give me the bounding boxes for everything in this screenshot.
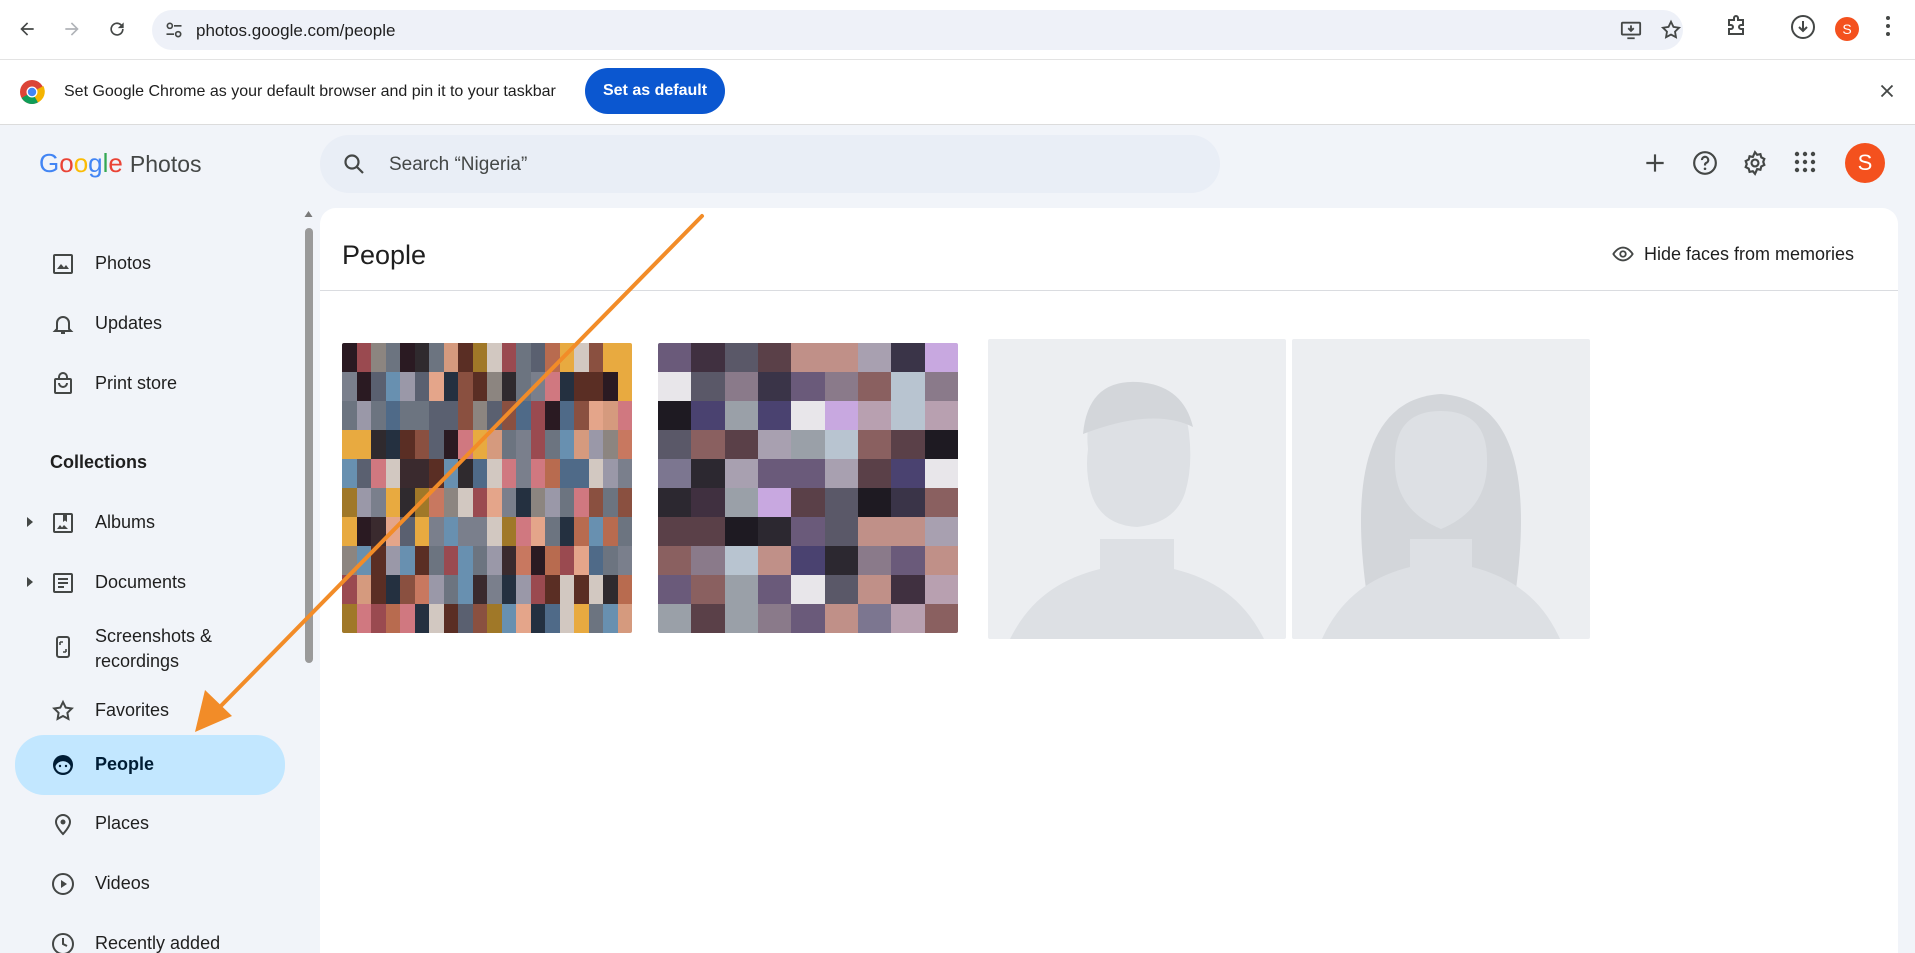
shopping-bag-icon xyxy=(54,372,72,394)
scrollbar-thumb[interactable] xyxy=(305,228,313,663)
sidebar-item-label: Documents xyxy=(95,572,187,592)
sidebar-item-label: Recently added xyxy=(95,933,221,953)
play-circle-icon xyxy=(52,873,74,895)
phone-icon xyxy=(56,636,70,658)
bell-icon xyxy=(52,316,74,334)
forward-button[interactable] xyxy=(56,13,88,45)
sidebar-item-label: Videos xyxy=(95,873,150,893)
header-divider xyxy=(320,290,1898,291)
page-title: People xyxy=(342,240,427,270)
site-settings-icon[interactable] xyxy=(164,20,184,40)
apps-grid-icon[interactable] xyxy=(1793,150,1817,174)
search-placeholder[interactable]: Search “Nigeria” xyxy=(389,154,527,176)
sidebar-item-label: Favorites xyxy=(95,700,170,720)
collections-heading: Collections xyxy=(50,452,148,472)
help-icon[interactable] xyxy=(1692,150,1718,176)
person-silhouette-female-icon xyxy=(1322,394,1560,639)
url-text[interactable]: photos.google.com/people xyxy=(196,21,395,41)
sidebar-scrollbar[interactable] xyxy=(302,208,314,953)
sidebar-nav: Photos Updates Print store Collections A… xyxy=(0,208,300,953)
sidebar-item-label: Updates xyxy=(95,313,163,333)
sidebar-item-photos[interactable]: Photos xyxy=(15,235,285,293)
google-photos-logo[interactable]: Google Photos xyxy=(39,148,202,180)
search-bar[interactable]: Search “Nigeria” xyxy=(320,135,1220,193)
sidebar-item-recently-added[interactable]: Recently added xyxy=(15,915,285,953)
account-avatar[interactable]: S xyxy=(1845,143,1885,183)
face-thumbnail[interactable] xyxy=(658,343,958,633)
sidebar-item-label: Places xyxy=(95,813,150,833)
sidebar-item-label: Albums xyxy=(95,512,156,532)
address-bar[interactable]: photos.google.com/people xyxy=(152,10,1683,50)
photo-icon xyxy=(53,254,73,274)
hide-faces-button[interactable]: Hide faces from memories xyxy=(1612,243,1854,265)
document-icon xyxy=(53,573,73,593)
expand-arrow-icon[interactable] xyxy=(25,516,35,528)
gear-icon[interactable] xyxy=(1742,150,1768,176)
more-vert-icon[interactable] xyxy=(1884,14,1892,38)
default-browser-infobar: Set Google Chrome as your default browse… xyxy=(0,60,1915,125)
sidebar-item-label: People xyxy=(95,754,155,774)
hide-faces-label: Hide faces from memories xyxy=(1644,243,1855,264)
sidebar-item-updates[interactable]: Updates xyxy=(15,295,285,353)
sidebar-item-albums[interactable]: Albums xyxy=(15,494,285,552)
sidebar-item-screenshots[interactable]: Screenshots & recordings xyxy=(15,614,285,680)
install-app-icon[interactable] xyxy=(1620,19,1642,41)
extensions-icon[interactable] xyxy=(1724,14,1748,38)
face-thumbnail[interactable] xyxy=(342,343,632,633)
arrow-left-icon xyxy=(20,22,34,36)
browser-toolbar: photos.google.com/people S xyxy=(0,0,1915,60)
logo-product-name: Photos xyxy=(129,151,202,177)
scroll-up-icon[interactable] xyxy=(304,210,313,218)
person-silhouette-male-icon xyxy=(1010,381,1264,639)
reload-icon xyxy=(110,22,124,36)
clock-icon xyxy=(52,933,74,953)
face-thumbnail[interactable] xyxy=(1292,339,1590,639)
face-thumbnail[interactable] xyxy=(988,339,1286,639)
people-page: People Hide faces from memories xyxy=(320,208,1898,953)
set-as-default-button[interactable]: Set as default xyxy=(585,68,725,114)
album-icon xyxy=(53,513,73,533)
chrome-logo-icon xyxy=(20,80,45,105)
back-button[interactable] xyxy=(11,13,43,45)
reload-button[interactable] xyxy=(101,13,133,45)
infobar-message: Set Google Chrome as your default browse… xyxy=(64,83,556,100)
bookmark-star-icon[interactable] xyxy=(1660,19,1682,41)
star-icon xyxy=(52,699,74,721)
sidebar-item-people[interactable]: People xyxy=(15,735,285,795)
sidebar-item-places[interactable]: Places xyxy=(15,795,285,853)
pixelated-face-photo xyxy=(342,343,632,633)
plus-icon[interactable] xyxy=(1642,150,1668,176)
expand-arrow-icon[interactable] xyxy=(25,576,35,588)
eye-icon xyxy=(1612,246,1634,262)
sidebar-item-documents[interactable]: Documents xyxy=(15,554,285,612)
location-pin-icon xyxy=(54,814,72,836)
pixelated-face-photo xyxy=(658,343,958,633)
search-icon[interactable] xyxy=(342,152,366,176)
sidebar-item-print-store[interactable]: Print store xyxy=(15,355,285,413)
arrow-right-icon xyxy=(65,22,79,36)
sidebar-item-label: Screenshots & recordings xyxy=(95,626,213,671)
sidebar-item-videos[interactable]: Videos xyxy=(15,855,285,913)
download-icon[interactable] xyxy=(1790,14,1816,40)
sidebar-item-label: Print store xyxy=(95,373,178,393)
face-icon xyxy=(53,755,73,775)
sidebar-item-label: Photos xyxy=(95,253,152,273)
sidebar-item-favorites[interactable]: Favorites xyxy=(15,682,285,740)
logo-google-wordmark: Google xyxy=(39,148,123,178)
browser-profile-avatar[interactable]: S xyxy=(1835,17,1859,41)
close-icon[interactable] xyxy=(1876,80,1898,102)
